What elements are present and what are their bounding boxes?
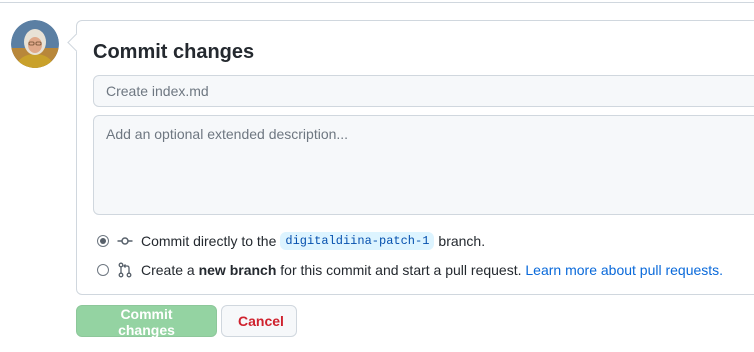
commit-changes-button[interactable]: Commit changes (76, 305, 217, 338)
avatar[interactable] (11, 20, 59, 68)
branch-name-tag: digitaldiina-patch-1 (280, 232, 435, 250)
new-branch-radio[interactable] (97, 264, 109, 276)
git-commit-icon (117, 237, 133, 245)
new-branch-bold: new branch (198, 262, 277, 278)
new-branch-prefix: Create a (141, 262, 195, 278)
git-pull-request-icon (118, 262, 132, 278)
new-branch-middle: for this commit and start a pull request… (280, 262, 522, 278)
commit-summary-input[interactable] (93, 75, 754, 107)
commit-direct-suffix: branch. (438, 233, 486, 249)
commit-direct-prefix: Commit directly to the (141, 233, 277, 249)
new-branch-option[interactable]: Create a new branch for this commit and … (97, 260, 723, 280)
top-divider (0, 2, 754, 3)
avatar-image (11, 20, 59, 68)
commit-direct-option[interactable]: Commit directly to the digitaldiina-patc… (97, 231, 485, 251)
cancel-button[interactable]: Cancel (221, 305, 297, 337)
commit-title: Commit changes (93, 41, 255, 63)
learn-more-pull-requests-link[interactable]: Learn more about pull requests. (525, 262, 723, 278)
commit-description-textarea[interactable] (93, 115, 754, 215)
commit-direct-radio[interactable] (97, 235, 109, 247)
